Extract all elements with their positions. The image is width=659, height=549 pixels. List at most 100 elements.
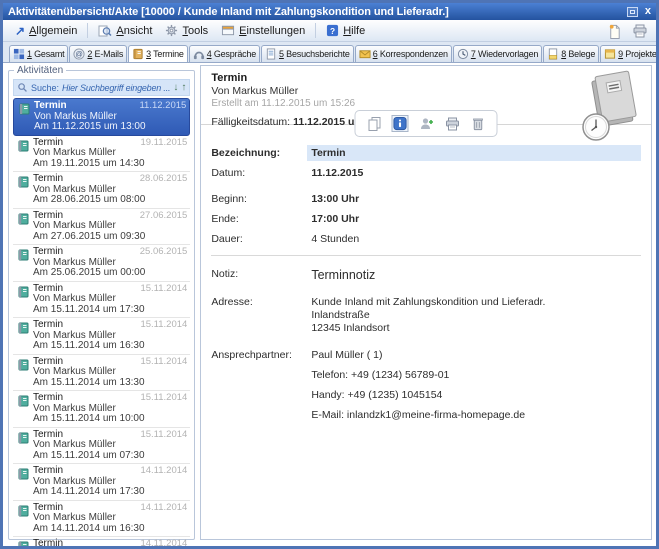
restore-window-icon[interactable] (627, 7, 638, 17)
activity-book-icon (16, 467, 30, 481)
activity-book-icon (16, 394, 30, 408)
activity-list-item[interactable]: Termin15.11.2014Von Markus MüllerAm 15.1… (13, 428, 190, 465)
besuchsberichte-icon (265, 48, 277, 60)
activity-when: Am 11.12.2015 um 13:00 (34, 122, 186, 133)
activity-list-item[interactable]: Termin14.11.2014Von Markus MüllerAm 14.1… (13, 464, 190, 501)
tab-gesamt[interactable]: 1 Gesamt (9, 45, 68, 62)
menu-allgemein[interactable]: ↗Allgemein (9, 23, 83, 39)
activity-date: 14.11.2014 (140, 466, 187, 477)
korrespondenzen-icon (359, 48, 371, 60)
tab-wiedervorlagen[interactable]: 7 Wiedervorlagen (453, 45, 542, 62)
activity-title: Termin (33, 539, 63, 549)
tab-emails[interactable]: @2 E-Mails (69, 45, 127, 62)
activity-book-icon (16, 285, 30, 299)
menu-item-label: Ansicht (116, 25, 152, 37)
field-label: Ende: (211, 213, 311, 225)
tab-label: 4 Gespräche (207, 49, 256, 59)
activity-list: Termin11.12.2015Von Markus MüllerAm 11.1… (13, 98, 190, 549)
tab-label: 6 Korrespondenzen (373, 49, 448, 59)
activity-date: 15.11.2014 (140, 357, 187, 368)
activity-date: 27.06.2015 (140, 211, 188, 222)
copy-icon (366, 116, 382, 132)
field-value-line: Telefon: +49 (1234) 56789-01 (311, 369, 641, 381)
menu-separator (315, 23, 316, 38)
tab-besuchsberichte[interactable]: 5 Besuchsberichte (261, 45, 354, 62)
activity-book-icon (16, 321, 30, 335)
tab-korrespondenzen[interactable]: 6 Korrespondenzen (355, 45, 452, 62)
copy-button[interactable] (366, 115, 383, 132)
field-divider (211, 255, 641, 256)
activity-book-icon (16, 504, 30, 518)
field-value-line: E-Mail: inlandzk1@meine-firma-homepage.d… (311, 409, 641, 421)
activity-list-item[interactable]: Termin28.06.2015Von Markus MüllerAm 28.0… (13, 172, 190, 209)
activity-list-item[interactable]: Termin11.12.2015Von Markus MüllerAm 11.1… (13, 98, 190, 136)
info-button[interactable] (392, 115, 409, 132)
detail-created: Erstellt am 11.12.2015 um 15:26 (211, 98, 641, 109)
activity-list-item[interactable]: Termin15.11.2014Von Markus MüllerAm 15.1… (13, 318, 190, 355)
activity-list-item[interactable]: Termin14.11.2014Von Markus MüllerAm 14.1… (13, 537, 190, 549)
activity-list-item[interactable]: Termin15.11.2014Von Markus MüllerAm 15.1… (13, 391, 190, 428)
activity-from: Von Markus Müller (33, 513, 187, 524)
activity-title: Termin (33, 320, 63, 331)
menu-einstellungen[interactable]: Einstellungen (215, 22, 311, 39)
menu-item-label: Tools (182, 25, 208, 37)
detail-panel: Termin Von Markus Müller Erstellt am 11.… (200, 65, 652, 540)
add-contact-button[interactable] (418, 115, 435, 132)
termine-icon (132, 48, 144, 60)
menu-right-buttons (606, 22, 650, 39)
activity-when: Am 15.11.2014 um 07:30 (33, 451, 187, 462)
activity-list-item[interactable]: Termin19.11.2015Von Markus MüllerAm 19.1… (13, 136, 190, 173)
field-label: Ansprechpartner: (211, 349, 311, 429)
field-label: Dauer: (211, 233, 311, 245)
ansicht-icon (98, 24, 112, 38)
menu-hilfe[interactable]: ?Hilfe (320, 22, 371, 39)
field-value-line: Kunde Inland mit Zahlungskondition und L… (311, 296, 641, 308)
menu-tools[interactable]: Tools (159, 22, 214, 39)
activity-date: 15.11.2014 (140, 393, 187, 404)
field-value: 11.12.2015 (311, 167, 641, 179)
info-icon (393, 116, 408, 131)
activity-search[interactable]: Suche: Hier Suchbegriff eingeben ... ↓ ↑ (13, 79, 190, 96)
main-content: Aktivitäten Suche: Hier Suchbegriff eing… (3, 63, 656, 546)
activity-title: Termin (33, 174, 63, 185)
activities-group-label: Aktivitäten (14, 65, 66, 76)
activity-title: Termin (34, 101, 67, 112)
tab-label: 3 Termine (146, 49, 184, 59)
new-document-button[interactable] (606, 22, 623, 39)
tab-termine[interactable]: 3 Termine (128, 45, 188, 63)
close-window-icon[interactable]: x (645, 6, 651, 17)
search-icon (17, 82, 28, 93)
activity-book-icon (16, 248, 30, 262)
search-next-icon[interactable]: ↓ (173, 83, 178, 93)
tab-gespraeche[interactable]: 4 Gespräche (189, 45, 260, 62)
tab-projekte[interactable]: 9 Projekte (600, 45, 656, 62)
activity-when: Am 28.06.2015 um 08:00 (33, 195, 187, 206)
activity-list-item[interactable]: Termin25.06.2015Von Markus MüllerAm 25.0… (13, 245, 190, 282)
activity-title: Termin (33, 247, 63, 258)
activity-list-item[interactable]: Termin14.11.2014Von Markus MüllerAm 14.1… (13, 501, 190, 538)
activity-list-item[interactable]: Termin27.06.2015Von Markus MüllerAm 27.0… (13, 209, 190, 246)
tools-icon (165, 24, 178, 37)
window-titlebar[interactable]: Aktivitätenübersicht/Akte [10000 / Kunde… (3, 3, 656, 20)
activity-list-item[interactable]: Termin15.11.2014Von Markus MüllerAm 15.1… (13, 355, 190, 392)
field-value-line: 12345 Inlandsort (311, 322, 641, 334)
tab-label: 7 Wiedervorlagen (471, 49, 538, 59)
appointment-book-clock-icon (579, 69, 641, 145)
print-button[interactable] (444, 115, 461, 132)
tab-belege[interactable]: 8 Belege (543, 45, 599, 62)
field-label: Datum: (211, 167, 311, 179)
trash-icon (471, 116, 486, 132)
detail-author: Von Markus Müller (211, 85, 641, 97)
menu-item-label: Hilfe (343, 25, 365, 37)
field-value-line: Handy: +49 (1235) 1045154 (311, 389, 641, 401)
field-value: 4 Stunden (311, 233, 641, 245)
add-contact-icon (418, 116, 434, 132)
search-prev-icon[interactable]: ↑ (181, 83, 186, 93)
search-input[interactable]: Hier Suchbegriff eingeben ... (62, 83, 170, 93)
activity-date: 14.11.2014 (140, 539, 187, 549)
delete-button[interactable] (470, 115, 487, 132)
menu-ansicht[interactable]: Ansicht (92, 22, 158, 40)
print-toolbar-button[interactable] (631, 22, 648, 39)
activity-list-item[interactable]: Termin15.11.2014Von Markus MüllerAm 15.1… (13, 282, 190, 319)
field-value: 13:00 Uhr (311, 193, 641, 205)
